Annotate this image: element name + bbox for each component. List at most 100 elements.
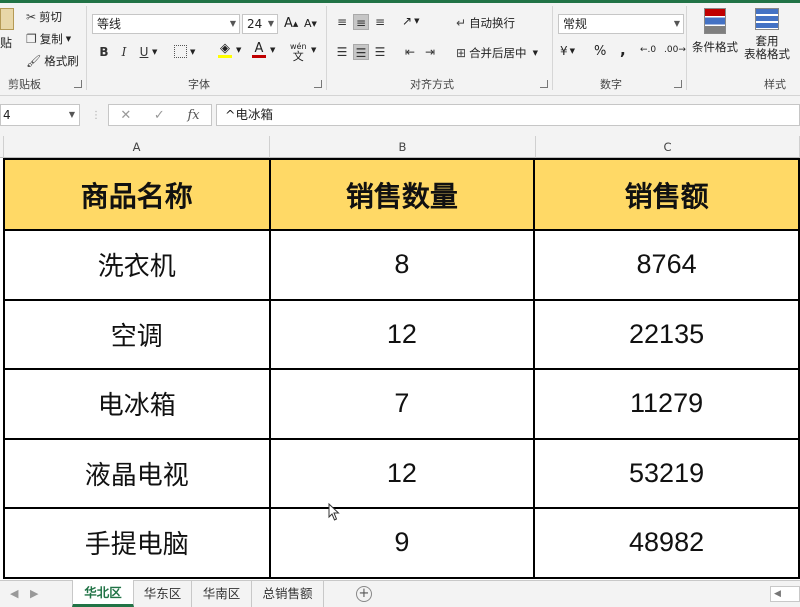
horizontal-scrollbar[interactable]: ◀ — [770, 586, 800, 602]
product-cell[interactable]: 电冰箱 — [3, 368, 271, 440]
currency-icon: ¥ — [560, 44, 568, 58]
align-center-icon: ☰ — [353, 44, 369, 60]
wrap-text-button[interactable]: ↵ 自动换行 — [456, 15, 515, 31]
top-align-button[interactable]: ≡ — [334, 14, 350, 30]
scroll-left-icon[interactable]: ◀ — [774, 589, 781, 599]
prev-sheet-icon[interactable]: ◀ — [10, 587, 18, 600]
bottom-align-button[interactable]: ≡ — [372, 14, 388, 30]
column-header-c[interactable]: C — [536, 136, 800, 158]
next-sheet-icon[interactable]: ▶ — [30, 587, 38, 600]
decrease-indent-button[interactable]: ⇤ — [402, 44, 418, 60]
bold-button[interactable]: B — [96, 44, 112, 60]
sales-amount-cell[interactable]: 48982 — [533, 507, 800, 579]
wrap-text-icon: ↵ — [456, 16, 467, 30]
sheet-tab-huadong[interactable]: 华东区 — [134, 581, 192, 607]
ribbon: 贴 ✂ 剪切 ❐ 复制 ▼ 🖌 格式刷 剪贴板 等线 ▼ 24 ▼ A ▲ A ▼ … — [0, 0, 800, 96]
quantity-cell[interactable]: 8 — [268, 229, 536, 301]
align-right-button[interactable]: ☰ — [372, 44, 388, 60]
header-cell[interactable]: 商品名称 — [3, 158, 271, 231]
phonetic-button[interactable]: wén 文 — [290, 42, 307, 62]
accounting-format-button[interactable]: ¥ ▼ — [560, 44, 575, 58]
paint-bucket-icon: ◈ — [220, 41, 230, 56]
fill-color-button[interactable]: ◈ — [218, 42, 232, 58]
font-dialog-launcher[interactable] — [314, 80, 322, 88]
sheet-tab-huabei[interactable]: 华北区 — [72, 580, 134, 607]
align-center-button[interactable]: ☰ — [353, 44, 369, 60]
enter-icon[interactable]: ✓ — [154, 108, 165, 123]
italic-button[interactable]: I — [116, 44, 132, 60]
header-cell[interactable]: 销售数量 — [268, 158, 536, 231]
sales-amount-cell[interactable]: 22135 — [533, 298, 800, 370]
underline-button[interactable]: U ▼ — [136, 44, 158, 60]
quantity-cell[interactable]: 12 — [268, 298, 536, 370]
quantity-cell[interactable]: 7 — [268, 368, 536, 440]
cut-button[interactable]: ✂ 剪切 — [26, 9, 62, 25]
sheet-tab-total-sales[interactable]: 总销售额 — [252, 581, 324, 607]
font-name-select[interactable]: 等线 ▼ — [92, 14, 240, 34]
clipboard-dialog-launcher[interactable] — [74, 80, 82, 88]
font-color-icon: A — [254, 41, 264, 56]
column-header-b[interactable]: B — [270, 136, 536, 158]
insert-function-icon[interactable]: fx — [187, 108, 199, 123]
product-cell[interactable]: 液晶电视 — [3, 437, 271, 509]
quantity-cell[interactable]: 12 — [268, 437, 536, 509]
formula-actions: ✕ ✓ fx — [108, 104, 212, 126]
middle-align-button[interactable]: ≡ — [353, 14, 369, 30]
column-header-a[interactable]: A — [4, 136, 270, 158]
sheet-grid: 商品名称 销售数量 销售额 洗衣机 8 8764 空调 12 22135 电冰箱… — [0, 158, 800, 580]
border-button[interactable]: ▼ — [174, 45, 195, 58]
format-as-table-button[interactable]: 套用 表格格式 — [744, 8, 790, 61]
orientation-button[interactable]: ↗ ▼ — [402, 14, 419, 28]
header-cell[interactable]: 销售额 — [533, 158, 800, 231]
sales-amount-cell[interactable]: 11279 — [533, 368, 800, 440]
sheet-tab-huanan[interactable]: 华南区 — [192, 581, 252, 607]
comma-button[interactable]: , — [620, 41, 626, 59]
phonetic-dropdown[interactable]: ▼ — [311, 46, 316, 54]
scissors-icon: ✂ — [26, 10, 37, 24]
decrease-decimal-button[interactable]: .00→ — [664, 45, 686, 55]
chevron-down-icon: ▼ — [65, 35, 72, 43]
increase-font-size-button[interactable]: A ▲ — [284, 16, 298, 31]
copy-icon: ❐ — [26, 32, 37, 46]
formula-bar-splitter[interactable]: ⋮ — [91, 110, 101, 121]
chevron-down-icon: ▼ — [532, 49, 538, 57]
format-painter-button[interactable]: 🖌 格式刷 — [26, 53, 79, 69]
quantity-cell[interactable]: 9 — [268, 507, 536, 579]
increase-indent-button[interactable]: ⇥ — [422, 44, 438, 60]
font-color-button[interactable]: A — [252, 42, 266, 58]
align-left-button[interactable]: ☰ — [334, 44, 350, 60]
font-size-select[interactable]: 24 ▼ — [242, 14, 278, 34]
chevron-down-icon: ▼ — [414, 17, 420, 25]
alignment-group-label: 对齐方式 — [410, 78, 454, 91]
border-icon — [174, 45, 187, 58]
table-row: 洗衣机 8 8764 — [3, 229, 800, 301]
table-row: 空调 12 22135 — [3, 298, 800, 370]
format-painter-icon: 🖌 — [26, 54, 42, 68]
add-sheet-button[interactable]: + — [356, 586, 372, 602]
number-format-select[interactable]: 常规 ▼ — [558, 14, 684, 34]
paste-button[interactable]: 贴 — [0, 8, 14, 51]
sales-amount-cell[interactable]: 8764 — [533, 229, 800, 301]
copy-button[interactable]: ❐ 复制 ▼ — [26, 31, 71, 47]
product-cell[interactable]: 洗衣机 — [3, 229, 271, 301]
cancel-icon[interactable]: ✕ — [120, 108, 131, 123]
font-color-dropdown[interactable]: ▼ — [270, 46, 275, 54]
table-format-icon — [755, 8, 779, 30]
name-box[interactable]: 4 ▼ — [0, 104, 80, 126]
merge-center-button[interactable]: ⊞ 合并后居中 ▼ — [456, 45, 538, 61]
alignment-dialog-launcher[interactable] — [540, 80, 548, 88]
formula-bar: 4 ▼ ⋮ ✕ ✓ fx ^电冰箱 — [0, 96, 800, 136]
number-dialog-launcher[interactable] — [674, 80, 682, 88]
formula-input[interactable]: ^电冰箱 — [216, 104, 800, 126]
align-right-icon: ☰ — [374, 45, 386, 59]
decrease-font-size-button[interactable]: A ▼ — [304, 17, 317, 30]
align-top-icon: ≡ — [336, 15, 348, 29]
product-cell[interactable]: 空调 — [3, 298, 271, 370]
fill-color-dropdown[interactable]: ▼ — [236, 46, 241, 54]
conditional-formatting-button[interactable]: 条件格式 — [692, 8, 738, 55]
percent-button[interactable]: % — [594, 44, 606, 59]
chevron-down-icon: ▼ — [267, 19, 274, 28]
increase-decimal-button[interactable]: ←.0 — [640, 45, 656, 55]
sales-amount-cell[interactable]: 53219 — [533, 437, 800, 509]
product-cell[interactable]: 手提电脑 — [3, 507, 271, 579]
